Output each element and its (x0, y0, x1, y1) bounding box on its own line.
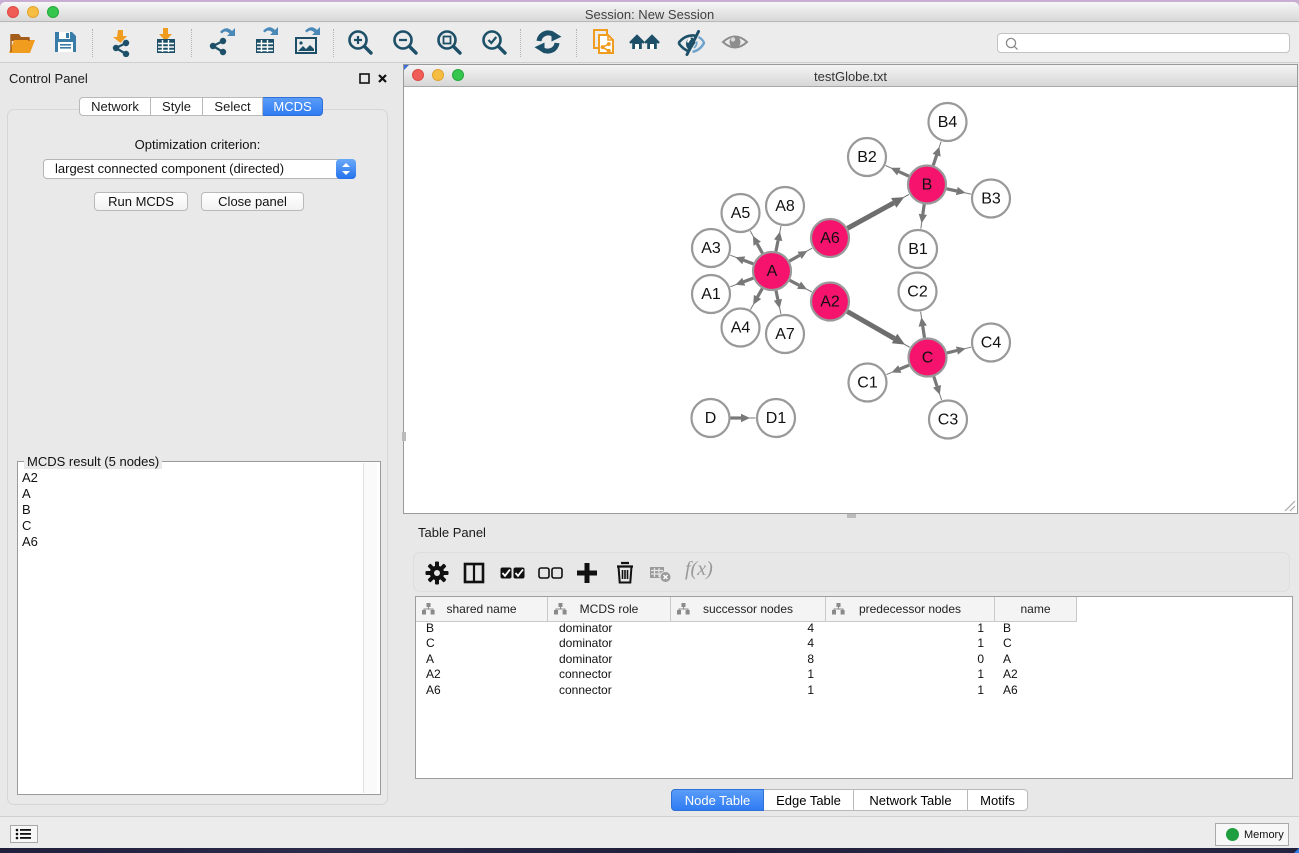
svg-text:B3: B3 (981, 191, 1001, 208)
svg-text:D: D (705, 410, 717, 427)
svg-text:C2: C2 (907, 284, 928, 301)
svg-text:B1: B1 (908, 241, 928, 258)
svg-text:B: B (922, 177, 933, 194)
svg-text:B4: B4 (938, 114, 958, 131)
svg-text:C1: C1 (857, 375, 878, 392)
svg-text:A4: A4 (731, 320, 751, 337)
svg-text:A: A (767, 263, 778, 280)
svg-text:D1: D1 (766, 410, 787, 427)
svg-text:C3: C3 (938, 412, 959, 429)
svg-text:A3: A3 (701, 240, 721, 257)
svg-text:A2: A2 (820, 294, 840, 311)
svg-text:A6: A6 (820, 230, 840, 247)
svg-text:C: C (922, 350, 934, 367)
svg-text:A1: A1 (701, 286, 721, 303)
svg-text:C4: C4 (981, 335, 1002, 352)
svg-text:B2: B2 (857, 149, 877, 166)
svg-text:A5: A5 (731, 205, 751, 222)
svg-text:A7: A7 (775, 326, 795, 343)
svg-text:A8: A8 (775, 198, 795, 215)
